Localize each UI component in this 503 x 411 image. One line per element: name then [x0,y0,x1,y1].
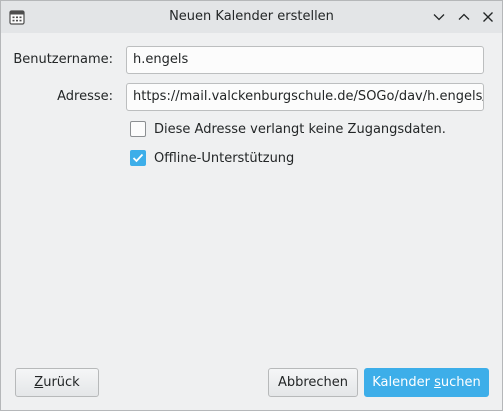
back-button-mnemonic: Z [34,375,44,390]
close-icon [483,12,493,22]
username-label: Benutzername: [13,52,113,67]
back-button-rest: urück [43,375,80,390]
address-label: Adresse: [57,89,113,104]
find-button-rest: uchen [440,375,481,390]
title-bar[interactable]: Neuen Kalender erstellen [1,1,502,33]
back-button[interactable]: Zurück [15,368,99,397]
no-credentials-checkbox-row[interactable]: Diese Adresse verlangt keine Zugangsdate… [130,120,446,138]
close-button[interactable] [478,7,498,27]
find-button-mnemonic: s [434,375,441,390]
chevron-up-icon [458,13,470,20]
offline-support-label: Offline-Unterstützung [154,150,295,166]
find-calendars-button[interactable]: Kalender s uchen [364,368,489,397]
cancel-button[interactable]: Abbrechen [268,368,358,397]
chevron-down-icon [433,14,445,21]
checkmark-icon [132,153,144,163]
maximize-button[interactable] [454,7,474,27]
no-credentials-checkbox[interactable] [130,121,146,137]
window-title: Neuen Kalender erstellen [169,9,334,24]
minimize-button[interactable] [429,7,449,27]
offline-support-checkbox-row[interactable]: Offline-Unterstützung [130,149,294,167]
offline-support-checkbox[interactable] [130,150,146,166]
username-field[interactable]: h.engels [126,46,484,74]
dialog-window: Neuen Kalender erstellen Benutzername: h… [0,0,503,411]
address-field[interactable]: https://mail.valckenburgschule.de/SOGo/d… [126,83,484,111]
no-credentials-label: Diese Adresse verlangt keine Zugangsdate… [154,121,446,137]
find-button-prefix: Kalender [372,375,435,390]
